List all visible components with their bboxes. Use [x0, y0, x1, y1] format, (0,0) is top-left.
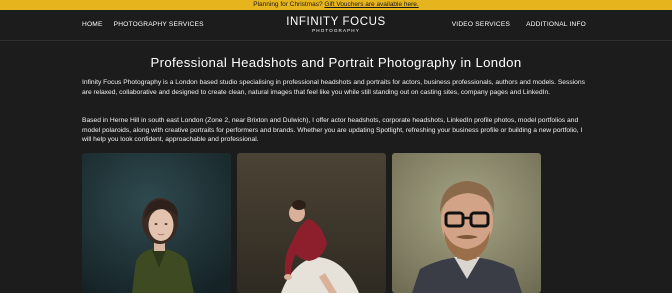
services-paragraph: Based in Herne Hill in south east London…: [82, 117, 583, 144]
gift-vouchers-link[interactable]: Gift Vouchers are available here.: [324, 1, 418, 8]
page-title: Professional Headshots and Portrait Phot…: [150, 55, 522, 70]
nav-video-services[interactable]: VIDEO SERVICES: [452, 21, 510, 29]
promo-banner: Planning for Christmas? Gift Vouchers ar…: [0, 0, 672, 10]
portrait-photo-woman-green-jacket: [82, 153, 231, 293]
intro-paragraph: Infinity Focus Photography is a London b…: [82, 79, 585, 96]
promo-text: Planning for Christmas?: [253, 1, 325, 8]
nav-additional-info[interactable]: ADDITIONAL INFO: [526, 21, 586, 29]
nav-right: VIDEO SERVICES ADDITIONAL INFO: [452, 21, 586, 29]
site-header: HOME PHOTOGRAPHY SERVICES INFINITY FOCUS…: [0, 10, 672, 41]
portrait-photo-man-glasses: [392, 153, 541, 293]
portrait-photo-dancer: [237, 153, 386, 293]
